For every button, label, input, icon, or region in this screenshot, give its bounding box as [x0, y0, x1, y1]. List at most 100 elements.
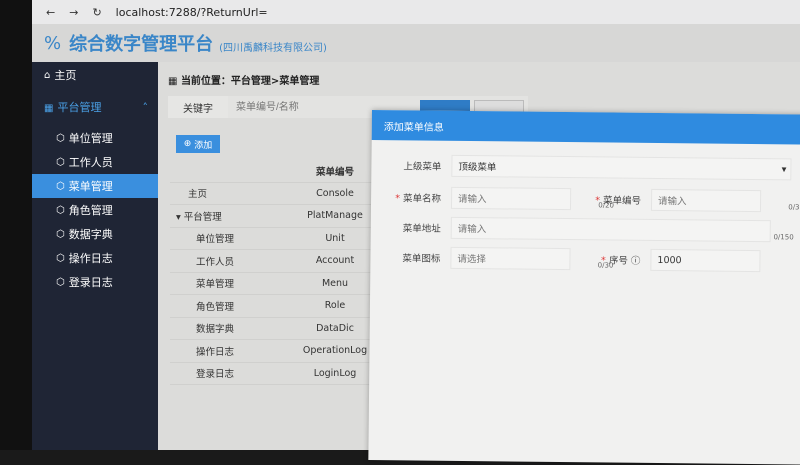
plus-circle-icon: ⊕: [183, 139, 192, 149]
cube-icon: ⬡: [56, 228, 65, 240]
placeholder: 请输入: [657, 196, 687, 208]
menu-name: 主页: [188, 189, 208, 201]
logo-icon: %: [44, 32, 62, 54]
menu-name: 登录日志: [196, 369, 235, 381]
address-bar[interactable]: localhost:7288/?ReturnUrl=: [116, 6, 268, 19]
reload-button[interactable]: ↻: [92, 6, 101, 19]
table-row[interactable]: 单位管理 Unit: [170, 228, 380, 250]
menu-name: 角色管理: [196, 301, 235, 313]
parent-menu-field: 上级菜单 顶级菜单 ▾: [391, 154, 792, 181]
menu-name-input[interactable]: 请输入 0/20: [450, 186, 614, 211]
menu-code-cell: LoginLog: [313, 367, 357, 379]
sidebar-item-label: 角色管理: [68, 204, 113, 217]
menu-name: 工作人员: [196, 256, 235, 268]
sidebar-item[interactable]: ⬡ 工作人员: [32, 150, 158, 174]
sidebar-item[interactable]: ⬡ 数据字典: [32, 222, 158, 246]
order-input[interactable]: 1000: [650, 248, 761, 273]
sidebar-item-label: 登录日志: [68, 276, 113, 289]
table-row[interactable]: ▾ 平台管理 PlatManage: [170, 205, 380, 228]
menu-icon-field: 菜单图标 请选择 0/30: [390, 246, 613, 271]
keyword-label: 关键字: [183, 103, 213, 115]
menu-name-cell: 登录日志: [170, 366, 290, 380]
parent-menu-select[interactable]: 顶级菜单 ▾: [451, 154, 792, 181]
order-value: 1000: [657, 254, 682, 266]
breadcrumb: ▦ 当前位置：平台管理>菜单管理: [168, 76, 320, 87]
placeholder: 请选择: [457, 253, 487, 266]
table-row[interactable]: 数据字典 DataDic: [170, 318, 380, 340]
menu-name-cell: 单位管理: [170, 231, 290, 245]
menu-table: 菜单编号 主页 Console ▾ 平台管理 PlatManage 单位管理 Unit 工作…: [170, 160, 380, 385]
caret-down-icon[interactable]: ▾: [176, 212, 184, 223]
menu-code-field: * 菜单编号 请输入 0/30: [591, 188, 800, 213]
parent-menu-value: 顶级菜单: [458, 161, 497, 174]
menu-code-cell: Account: [315, 255, 355, 267]
menu-name-cell: ▾ 平台管理: [170, 209, 290, 223]
screen-bezel: [0, 0, 32, 450]
back-button[interactable]: ←: [46, 6, 55, 19]
menu-name: 数据字典: [196, 324, 235, 336]
menu-code-cell: Role: [324, 300, 346, 312]
browser-toolbar: ← → ↻ localhost:7288/?ReturnUrl=: [32, 0, 800, 24]
menu-code-cell: Menu: [321, 277, 349, 289]
table-header: 菜单编号: [170, 160, 380, 183]
table-row[interactable]: 工作人员 Account: [170, 250, 380, 273]
table-row[interactable]: 主页 Console: [170, 183, 380, 205]
sidebar: ⌂ 主页 ▦ 平台管理 ˄ ⬡ 单位管理 ⬡ 工作人员 ⬡ 菜单管理 ⬡ 角色管理 ⬡ 数据字典 ⬡ 操作日…: [32, 62, 158, 450]
sidebar-item[interactable]: ⬡ 登录日志: [32, 270, 158, 294]
menu-name-cell: 主页: [170, 186, 290, 200]
grid-icon: ▦: [44, 103, 54, 114]
home-icon: ⌂: [44, 69, 51, 81]
sidebar-item-label: 数据字典: [68, 228, 113, 241]
cube-icon: ⬡: [56, 180, 65, 192]
menu-code-label: 菜单编号: [602, 195, 642, 207]
sidebar-item-platform[interactable]: ▦ 平台管理 ˄: [32, 88, 158, 126]
menu-name: 单位管理: [196, 234, 235, 246]
placeholder: 请输入: [458, 193, 487, 206]
menu-code-cell: DataDic: [316, 322, 354, 334]
parent-menu-label: 上级菜单: [403, 161, 442, 173]
table-row[interactable]: 菜单管理 Menu: [170, 273, 380, 295]
menu-name-cell: 角色管理: [170, 299, 290, 313]
dialog-title: 添加菜单信息: [371, 110, 800, 145]
sidebar-item[interactable]: ⬡ 操作日志: [32, 246, 158, 270]
sidebar-item-label: 操作日志: [68, 252, 113, 265]
menu-name-field: * 菜单名称 请输入 0/20: [391, 186, 614, 211]
menu-name: 操作日志: [196, 346, 235, 358]
sidebar-item[interactable]: ⬡ 单位管理: [32, 126, 158, 150]
char-count: 0/150: [773, 233, 794, 242]
menu-url-label: 菜单地址: [402, 223, 441, 235]
menu-icon-select[interactable]: 请选择 0/30: [450, 246, 613, 271]
char-count: 0/30: [788, 203, 800, 212]
menu-code-cell: Unit: [325, 232, 345, 244]
table-row[interactable]: 角色管理 Role: [170, 295, 380, 318]
sidebar-item[interactable]: ⬡ 角色管理: [32, 198, 158, 222]
cube-icon: ⬡: [56, 204, 65, 216]
cube-icon: ⬡: [56, 156, 65, 168]
column-header-code: 菜单编号: [315, 166, 354, 178]
info-icon[interactable]: ⓘ: [631, 256, 641, 267]
menu-code-cell: Console: [316, 187, 354, 199]
add-button[interactable]: ⊕ 添加: [176, 135, 220, 153]
menu-code-input[interactable]: 请输入 0/30: [650, 188, 800, 213]
sidebar-item-label: 单位管理: [68, 132, 113, 145]
app-header: % 综合数字管理平台 (四川禹麟科技有限公司): [32, 24, 800, 62]
forward-button[interactable]: →: [69, 6, 78, 19]
table-row[interactable]: 登录日志 LoginLog: [170, 363, 380, 385]
sidebar-item-label: 主页: [54, 69, 77, 82]
menu-url-input[interactable]: 请输入 0/150: [450, 216, 794, 243]
sidebar-item-label: 工作人员: [68, 156, 113, 169]
sidebar-item-home[interactable]: ⌂ 主页: [32, 62, 158, 88]
menu-icon-label: 菜单图标: [402, 253, 441, 265]
cube-icon: ⬡: [56, 276, 65, 288]
cube-icon: ⬡: [56, 132, 65, 144]
sidebar-item[interactable]: ⬡ 菜单管理: [32, 174, 158, 198]
table-row[interactable]: 操作日志 OperationLog: [170, 340, 380, 363]
add-menu-dialog: 添加菜单信息 上级菜单 顶级菜单 ▾ * 菜单名称 请输入 0/20 * 菜单编号 请输入…: [368, 110, 800, 465]
cube-icon: ⬡: [56, 252, 65, 264]
sidebar-item-label: 平台管理: [57, 101, 102, 114]
menu-code-cell: PlatManage: [307, 210, 363, 222]
menu-name-label: 菜单名称: [402, 193, 442, 205]
chevron-up-icon: ˄: [142, 100, 149, 114]
menu-url-field: 菜单地址 请输入 0/150: [391, 216, 794, 243]
chevron-down-icon: ▾: [781, 163, 787, 175]
